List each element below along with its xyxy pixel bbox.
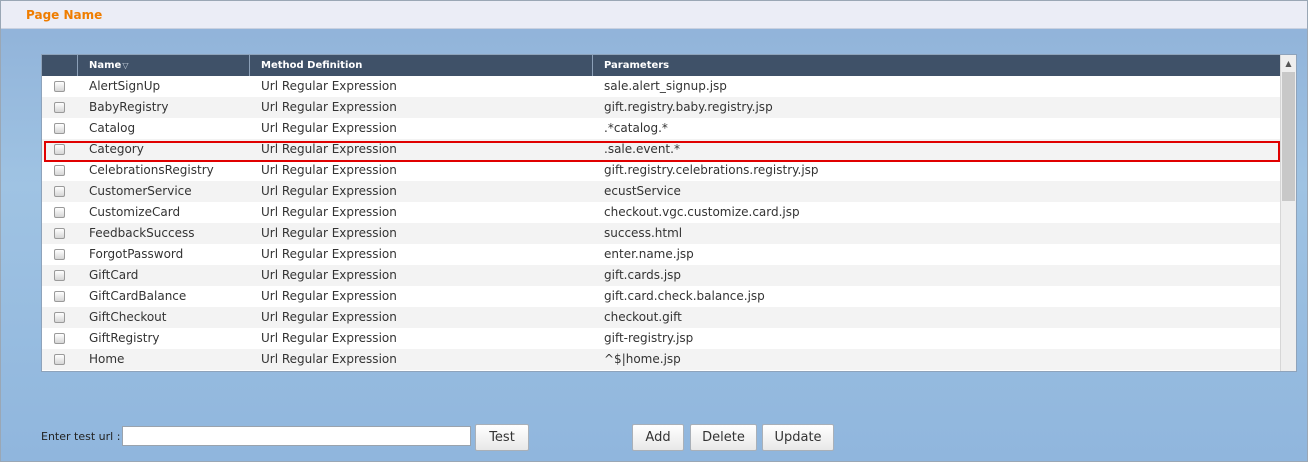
- table-row[interactable]: BabyRegistry Url Regular Expression gift.r…: [42, 97, 1280, 118]
- cell-name: GiftRegistry: [89, 331, 160, 345]
- row-checkbox[interactable]: [54, 228, 65, 239]
- cell-method: Url Regular Expression: [261, 247, 397, 261]
- cell-parameters: .sale.event.*: [604, 142, 680, 156]
- column-header-method[interactable]: Method Definition: [250, 55, 593, 76]
- cell-name: CustomizeCard: [89, 205, 181, 219]
- row-checkbox[interactable]: [54, 291, 65, 302]
- scroll-thumb[interactable]: [1282, 72, 1295, 201]
- test-url-label: Enter test url :: [41, 430, 121, 443]
- table-row[interactable]: GiftCardBalance Url Regular Expression gif…: [42, 286, 1280, 307]
- table-body: AlertSignUp Url Regular Expression sale.al…: [42, 76, 1280, 370]
- cell-method: Url Regular Expression: [261, 205, 397, 219]
- cell-parameters: checkout.vgc.customize.card.jsp: [604, 205, 800, 219]
- cell-method: Url Regular Expression: [261, 163, 397, 177]
- cell-method: Url Regular Expression: [261, 268, 397, 282]
- cell-method: Url Regular Expression: [261, 100, 397, 114]
- row-checkbox[interactable]: [54, 81, 65, 92]
- cell-method: Url Regular Expression: [261, 352, 397, 366]
- row-checkbox[interactable]: [54, 312, 65, 323]
- cell-method: Url Regular Expression: [261, 79, 397, 93]
- row-checkbox[interactable]: [54, 354, 65, 365]
- sort-icon[interactable]: ▽: [122, 61, 128, 70]
- cell-name: Home: [89, 352, 125, 366]
- table-row[interactable]: ForgotPassword Url Regular Expression ente…: [42, 244, 1280, 265]
- table-row[interactable]: Category Url Regular Expression .sale.even…: [42, 139, 1280, 160]
- column-header-parameters[interactable]: Parameters: [593, 55, 1280, 76]
- column-header-parameters-label: Parameters: [604, 60, 670, 71]
- cell-name: Category: [89, 142, 144, 156]
- cell-name: Catalog: [89, 121, 136, 135]
- row-checkbox[interactable]: [54, 165, 65, 176]
- row-checkbox[interactable]: [54, 123, 65, 134]
- cell-parameters: gift-registry.jsp: [604, 331, 694, 345]
- add-button[interactable]: Add: [632, 424, 684, 451]
- cell-parameters: ^$|home.jsp: [604, 352, 681, 366]
- cell-parameters: gift.registry.baby.registry.jsp: [604, 100, 773, 114]
- cell-parameters: checkout.gift: [604, 310, 682, 324]
- table-row[interactable]: Catalog Url Regular Expression .*catalog.*: [42, 118, 1280, 139]
- cell-name: GiftCard: [89, 268, 139, 282]
- cell-name: AlertSignUp: [89, 79, 161, 93]
- page-name-table: Name▽ Method Definition Parameters Alert…: [41, 54, 1297, 372]
- cell-method: Url Regular Expression: [261, 184, 397, 198]
- cell-name: GiftCheckout: [89, 310, 167, 324]
- table-row[interactable]: CustomizeCard Url Regular Expression check…: [42, 202, 1280, 223]
- scroll-up-arrow-icon[interactable]: ▲: [1281, 55, 1296, 72]
- test-url-input[interactable]: [122, 426, 471, 446]
- cell-parameters: ecustService: [604, 184, 681, 198]
- panel-title: Page Name: [26, 8, 103, 22]
- column-header-name[interactable]: Name▽: [78, 55, 250, 76]
- cell-parameters: gift.card.check.balance.jsp: [604, 289, 765, 303]
- table-row[interactable]: FeedbackSuccess Url Regular Expression suc…: [42, 223, 1280, 244]
- cell-name: CustomerService: [89, 184, 192, 198]
- cell-parameters: enter.name.jsp: [604, 247, 694, 261]
- cell-method: Url Regular Expression: [261, 289, 397, 303]
- table-row[interactable]: GiftCheckout Url Regular Expression checko…: [42, 307, 1280, 328]
- test-button[interactable]: Test: [475, 424, 529, 451]
- column-header-name-label: Name: [89, 60, 122, 71]
- update-button[interactable]: Update: [762, 424, 834, 451]
- table-header: Name▽ Method Definition Parameters: [42, 55, 1280, 76]
- cell-method: Url Regular Expression: [261, 331, 397, 345]
- cell-parameters: .*catalog.*: [604, 121, 668, 135]
- panel-titlebar: Page Name: [1, 1, 1307, 29]
- cell-name: FeedbackSuccess: [89, 226, 195, 240]
- cell-method: Url Regular Expression: [261, 121, 397, 135]
- table-row[interactable]: AlertSignUp Url Regular Expression sale.al…: [42, 76, 1280, 97]
- row-checkbox[interactable]: [54, 249, 65, 260]
- row-checkbox[interactable]: [54, 102, 65, 113]
- table-row[interactable]: CustomerService Url Regular Expression ecu…: [42, 181, 1280, 202]
- table-row[interactable]: Home Url Regular Expression ^$|home.jsp: [42, 349, 1280, 370]
- row-checkbox[interactable]: [54, 270, 65, 281]
- cell-method: Url Regular Expression: [261, 142, 397, 156]
- row-checkbox[interactable]: [54, 144, 65, 155]
- cell-method: Url Regular Expression: [261, 226, 397, 240]
- cell-parameters: success.html: [604, 226, 683, 240]
- cell-parameters: gift.registry.celebrations.registry.jsp: [604, 163, 819, 177]
- page-name-panel: Page Name Name▽ Method Definition Parame…: [0, 0, 1308, 462]
- cell-parameters: gift.cards.jsp: [604, 268, 682, 282]
- delete-button[interactable]: Delete: [690, 424, 757, 451]
- cell-name: ForgotPassword: [89, 247, 184, 261]
- table-row[interactable]: GiftRegistry Url Regular Expression gift-r…: [42, 328, 1280, 349]
- row-checkbox[interactable]: [54, 333, 65, 344]
- cell-name: CelebrationsRegistry: [89, 163, 214, 177]
- cell-name: BabyRegistry: [89, 100, 169, 114]
- row-checkbox[interactable]: [54, 207, 65, 218]
- row-checkbox[interactable]: [54, 186, 65, 197]
- cell-parameters: sale.alert_signup.jsp: [604, 79, 727, 93]
- cell-name: GiftCardBalance: [89, 289, 187, 303]
- table-row[interactable]: GiftCard Url Regular Expression gift.cards…: [42, 265, 1280, 286]
- column-header-method-label: Method Definition: [261, 60, 363, 71]
- header-select-column: [42, 55, 78, 76]
- cell-method: Url Regular Expression: [261, 310, 397, 324]
- table-row[interactable]: CelebrationsRegistry Url Regular Expressi…: [42, 160, 1280, 181]
- vertical-scrollbar[interactable]: ▲: [1280, 55, 1296, 371]
